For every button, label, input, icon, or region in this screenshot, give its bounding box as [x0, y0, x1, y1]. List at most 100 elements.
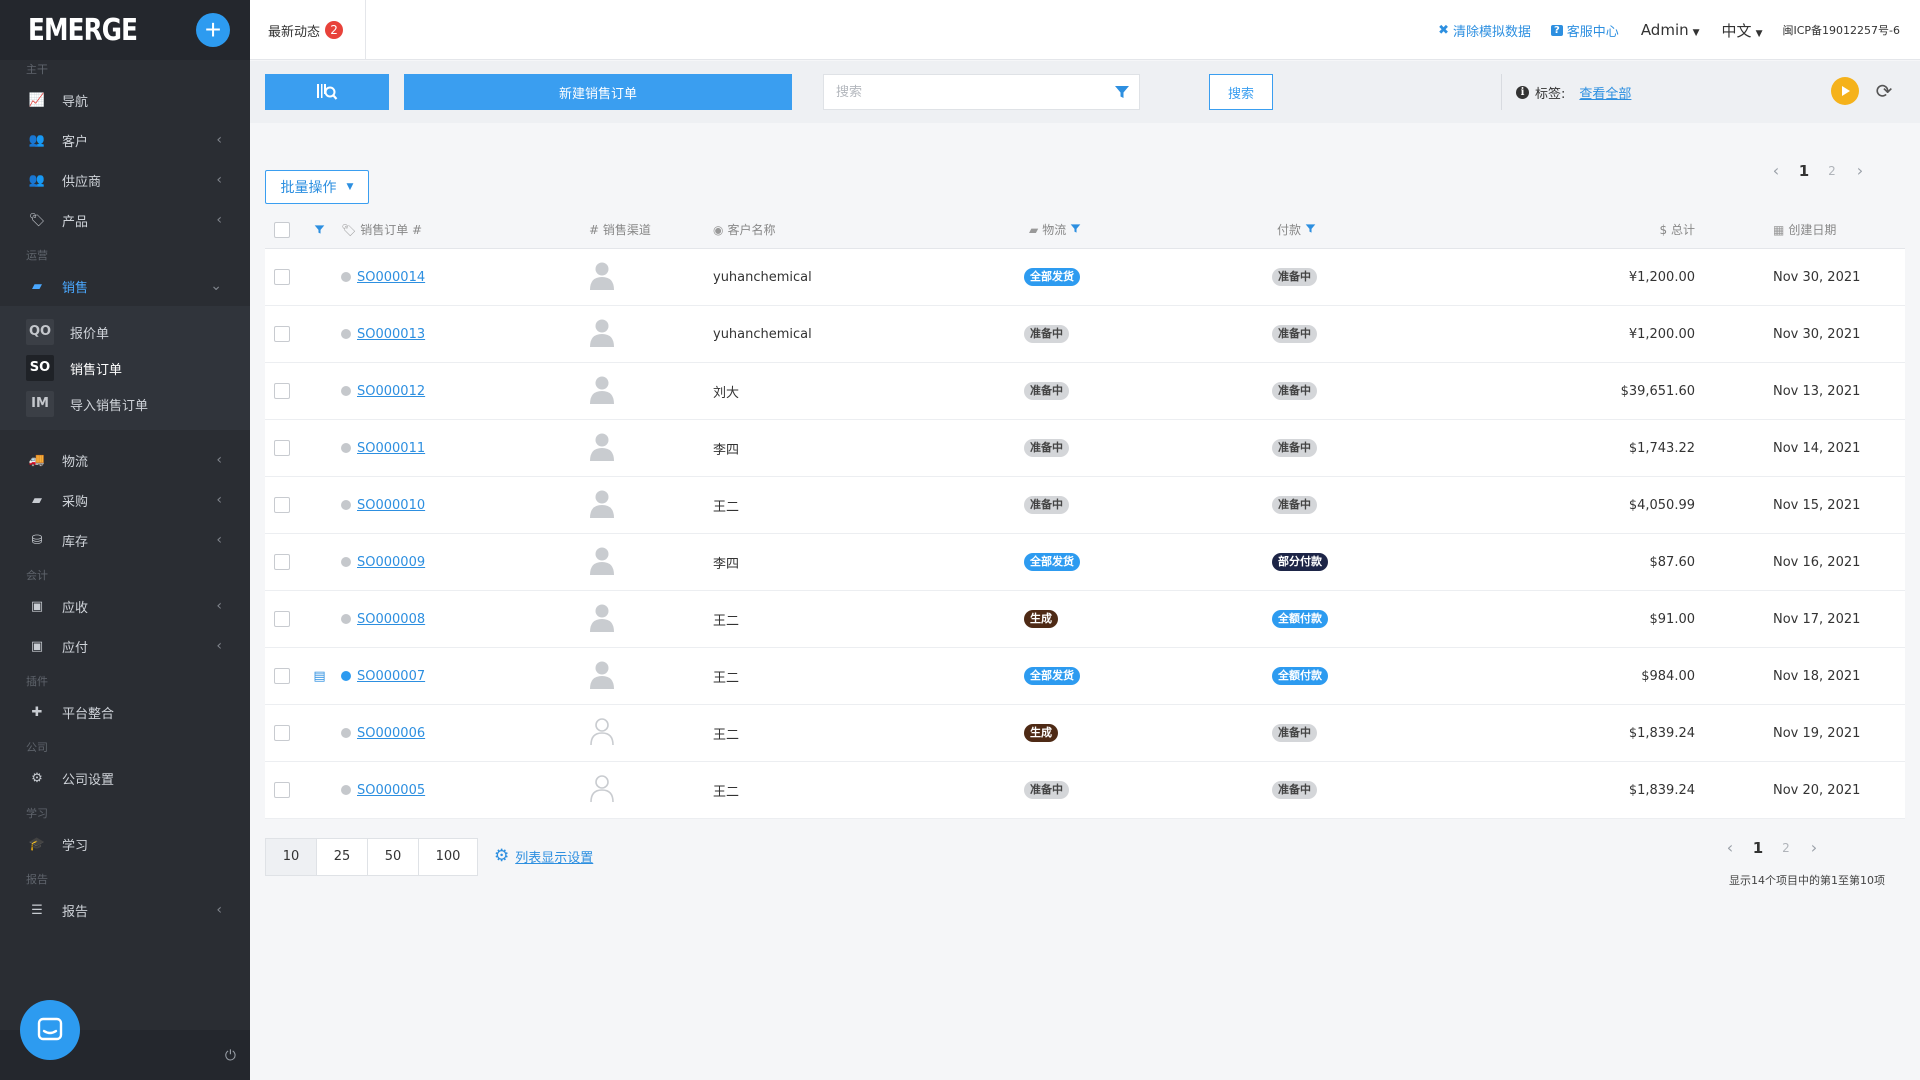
app-logo[interactable]: EMERGE [28, 13, 138, 48]
filter-icon[interactable] [314, 224, 325, 235]
row-checkbox[interactable] [274, 383, 290, 399]
table-row[interactable]: SO000014 yuhanchemical 全部发货 准备中 ¥1,200.00 Nov… [265, 249, 1905, 306]
table-row[interactable]: SO000010 王二 准备中 准备中 $4,050.99 Nov 15, 2021 [265, 477, 1905, 534]
caret-down-icon: ▼ [346, 182, 354, 192]
table-row[interactable]: SO000006 王二 生成 准备中 $1,839.24 Nov 19, 2021 [265, 705, 1905, 762]
page-size-25[interactable]: 25 [317, 839, 368, 875]
sidebar-item-company-settings[interactable]: ⚙ 公司设置 [0, 758, 250, 798]
table-row[interactable]: SO000013 yuhanchemical 准备中 准备中 ¥1,200.00 Nov … [265, 306, 1905, 363]
order-number-link[interactable]: SO000008 [357, 612, 425, 627]
row-checkbox[interactable] [274, 782, 290, 798]
refresh-button[interactable]: ⟳ [1870, 77, 1898, 105]
row-checkbox[interactable] [274, 725, 290, 741]
table-row[interactable]: ▤ SO000007 王二 全部发货 全额付款 $984.00 Nov 18, 2021 [265, 648, 1905, 705]
header-channel[interactable]: # 销售渠道 [589, 221, 713, 238]
sidebar-subitem-import-orders[interactable]: IM 导入销售订单 [0, 386, 250, 422]
sidebar-item-customers[interactable]: 👥 客户 ‹ [0, 120, 250, 160]
header-date[interactable]: ▦ 创建日期 [1695, 221, 1865, 238]
row-logistics-cell: 准备中 [1024, 382, 1272, 400]
row-checkbox[interactable] [274, 440, 290, 456]
header-order[interactable]: 🏷 销售订单 # [341, 221, 589, 238]
order-number-link[interactable]: SO000005 [357, 783, 425, 798]
row-checkbox[interactable] [274, 668, 290, 684]
prev-page-icon[interactable]: ‹ [1762, 161, 1790, 180]
sidebar-item-products[interactable]: 🏷 产品 ‹ [0, 200, 250, 240]
sidebar-item-sales[interactable]: ▰ 销售 ⌄ [0, 266, 250, 306]
view-all-tags-link[interactable]: 查看全部 [1579, 83, 1631, 102]
prev-page-icon[interactable]: ‹ [1716, 838, 1744, 857]
order-number-link[interactable]: SO000014 [357, 270, 425, 285]
table-row[interactable]: SO000011 李四 准备中 准备中 $1,743.22 Nov 14, 2021 [265, 420, 1905, 477]
sidebar-item-receivable[interactable]: ▣ 应收 ‹ [0, 586, 250, 626]
table-row[interactable]: SO000008 王二 生成 全额付款 $91.00 Nov 17, 2021 [265, 591, 1905, 648]
header-customer[interactable]: ◉ 客户名称 [713, 221, 1024, 238]
play-tutorial-button[interactable] [1831, 77, 1859, 105]
page-size-50[interactable]: 50 [368, 839, 419, 875]
order-number-link[interactable]: SO000007 [357, 669, 425, 684]
order-number-link[interactable]: SO000011 [357, 441, 425, 456]
scan-search-button[interactable] [265, 74, 389, 110]
sidebar-item-platform[interactable]: ✚ 平台整合 [0, 692, 250, 732]
sidebar-item-suppliers[interactable]: 👥 供应商 ‹ [0, 160, 250, 200]
next-page-icon[interactable]: › [1800, 838, 1828, 857]
order-number-link[interactable]: SO000013 [357, 327, 425, 342]
sidebar-item-learning[interactable]: 🎓 学习 [0, 824, 250, 864]
sidebar-item-purchase[interactable]: ▰ 采购 ‹ [0, 480, 250, 520]
document-icon[interactable]: ▤ [313, 669, 325, 684]
header-payment[interactable]: 付款 [1272, 221, 1535, 238]
row-checkbox[interactable] [274, 554, 290, 570]
order-number-link[interactable]: SO000009 [357, 555, 425, 570]
row-channel-cell [589, 602, 713, 636]
select-all-checkbox[interactable] [274, 221, 290, 238]
page-next-number[interactable]: 2 [1818, 164, 1846, 178]
sidebar-item-inventory[interactable]: ⛁ 库存 ‹ [0, 520, 250, 560]
user-dropdown[interactable]: Admin ▼ [1641, 21, 1700, 39]
next-page-icon[interactable]: › [1846, 161, 1874, 180]
order-total: $91.00 [1649, 611, 1696, 627]
sidebar-item-payable[interactable]: ▣ 应付 ‹ [0, 626, 250, 666]
search-button[interactable]: 搜索 [1209, 74, 1273, 110]
row-checkbox[interactable] [274, 497, 290, 513]
row-checkbox[interactable] [274, 326, 290, 342]
power-icon[interactable]: ⏻ [225, 1048, 236, 1064]
search-input[interactable] [824, 75, 1114, 109]
row-order-cell: SO000005 [341, 783, 589, 798]
page-current[interactable]: 1 [1744, 839, 1772, 857]
section-label-reports: 报告 [26, 873, 48, 886]
order-number-link[interactable]: SO000006 [357, 726, 425, 741]
chat-widget-button[interactable] [20, 1000, 80, 1060]
sidebar-item-reports[interactable]: ☰ 报告 ‹ [0, 890, 250, 930]
order-number-link[interactable]: SO000012 [357, 384, 425, 399]
row-checkbox[interactable] [274, 269, 290, 285]
header-logistics[interactable]: ▰ 物流 [1024, 221, 1272, 238]
filter-icon[interactable] [1114, 84, 1130, 100]
language-dropdown[interactable]: 中文 ▼ [1722, 20, 1763, 41]
row-order-cell: SO000009 [341, 555, 589, 570]
sidebar-item-nav[interactable]: 📈 导航 [0, 80, 250, 120]
support-link[interactable]: ? 客服中心 [1550, 21, 1619, 40]
news-tab[interactable]: 最新动态 2 [250, 0, 366, 60]
page-size-10[interactable]: 10 [266, 839, 317, 875]
sidebar-item-label: 客户 [62, 134, 89, 150]
table-row[interactable]: SO000012 刘大 准备中 准备中 $39,651.60 Nov 13, 2021 [265, 363, 1905, 420]
page-size-100[interactable]: 100 [419, 839, 477, 875]
table-row[interactable]: SO000009 李四 全部发货 部分付款 $87.60 Nov 16, 2021 [265, 534, 1905, 591]
page-next-number[interactable]: 2 [1772, 841, 1800, 855]
sidebar-item-logistics[interactable]: 🚚 物流 ‹ [0, 440, 250, 480]
clear-demo-data-link[interactable]: ✖ 清除模拟数据 [1438, 21, 1531, 40]
page-current[interactable]: 1 [1790, 162, 1818, 180]
quick-add-button[interactable]: + [196, 13, 230, 47]
header-total[interactable]: $ 总计 [1535, 221, 1695, 238]
table-row[interactable]: SO000005 王二 准备中 准备中 $1,839.24 Nov 20, 2021 [265, 762, 1905, 819]
row-logistics-cell: 准备中 [1024, 439, 1272, 457]
icp-license[interactable]: 闽ICP备19012257号-6 [1782, 22, 1900, 38]
order-number-link[interactable]: SO000010 [357, 498, 425, 513]
list-display-settings-link[interactable]: ⚙ 列表显示设置 [494, 846, 593, 866]
new-sales-order-button[interactable]: 新建销售订单 [404, 74, 792, 110]
sidebar-subitem-sales-orders[interactable]: SO 销售订单 [0, 350, 250, 386]
batch-actions-dropdown[interactable]: 批量操作 ▼ [265, 170, 369, 204]
row-checkbox[interactable] [274, 611, 290, 627]
filter-icon[interactable] [1305, 223, 1316, 237]
filter-icon[interactable] [1070, 223, 1081, 237]
sidebar-subitem-quotes[interactable]: QO 报价单 [0, 314, 250, 350]
